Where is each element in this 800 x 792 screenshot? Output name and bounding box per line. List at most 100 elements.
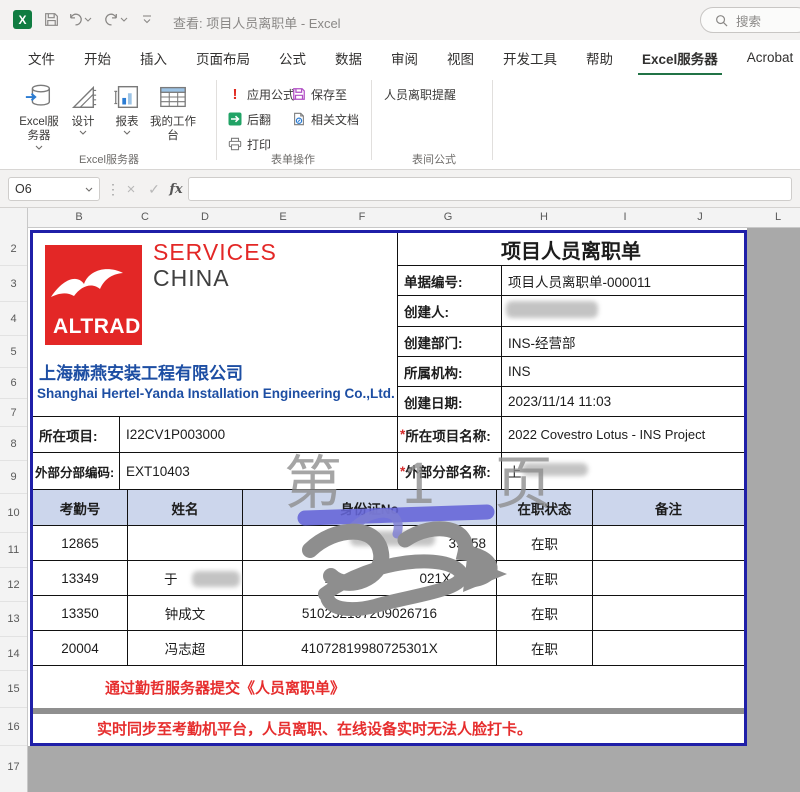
row-header[interactable]: 17 [0,746,27,788]
confirm-icon[interactable]: ✓ [145,177,163,201]
row-header[interactable]: 12 [0,568,27,602]
cell-attendance-no[interactable]: 13349 [33,561,128,596]
apply-formula-button[interactable]: ! 应用公式 [228,84,295,104]
tab-excel-server[interactable]: Excel服务器 [642,48,718,68]
meta-value-org[interactable]: INS [502,357,744,387]
row-header[interactable]: 15 [0,671,27,708]
cancel-icon[interactable]: × [122,177,140,201]
note-line-1[interactable]: 通过勤哲服务器提交《人员离职单》 [33,666,744,708]
col-header[interactable]: D [201,211,209,223]
excel-app-icon: X [13,10,32,29]
col-header[interactable]: L [775,211,781,223]
col-header[interactable]: G [444,211,453,223]
excel-server-button[interactable]: Excel服务器 [14,82,64,150]
design-button[interactable]: 设计 [62,82,104,135]
save-to-label: 保存至 [311,86,347,103]
branch-code-label[interactable]: 外部分部编码: [33,453,120,490]
row-header[interactable]: 16 [0,708,27,746]
tab-formulas[interactable]: 公式 [279,48,306,68]
tab-file[interactable]: 文件 [28,48,55,68]
col-header[interactable]: E [279,211,286,223]
row-header[interactable]: 8 [0,427,27,461]
row-header[interactable]: 5 [0,336,27,368]
tab-home[interactable]: 开始 [84,48,111,68]
cell-name[interactable]: 冯志超 [128,631,243,666]
meta-label[interactable]: 创建部门: [398,327,502,357]
note-line-2[interactable]: 实时同步至考勤机平台，人员离职、在线设备实时无法人脸打卡。 [33,714,744,743]
meta-value-doc-no[interactable]: 项目人员离职单-000011 [502,266,744,296]
form-title[interactable]: 项目人员离职单 [398,233,744,266]
col-header[interactable]: C [141,211,149,223]
resign-reminder-label: 人员离职提醒 [384,86,456,103]
row-header[interactable]: 2 [0,232,27,266]
meta-label[interactable]: 单据编号: [398,266,502,296]
bird-icon [45,253,142,313]
cell-attendance-no[interactable]: 13350 [33,596,128,631]
save-to-button[interactable]: 保存至 [292,84,347,104]
apply-formula-icon: ! [228,86,242,103]
tab-help[interactable]: 帮助 [586,48,613,68]
tab-view[interactable]: 视图 [447,48,474,68]
cell-name[interactable]: 钟成文 [128,596,243,631]
col-header[interactable]: B [75,211,82,223]
th-name[interactable]: 姓名 [128,490,243,526]
th-attendance-no[interactable]: 考勤号 [33,490,128,526]
cell-name[interactable] [128,526,243,561]
cell-attendance-no[interactable]: 12865 [33,526,128,561]
excel-server-label: Excel服务器 [14,115,64,144]
name-box[interactable]: O6 [8,177,100,201]
save-icon[interactable] [40,8,62,30]
project-label[interactable]: 所在项目: [33,417,120,453]
search-input[interactable]: 搜索 [700,7,800,33]
formula-input[interactable] [188,177,792,201]
row-header[interactable]: 6 [0,368,27,399]
row-header[interactable]: 14 [0,637,27,671]
tab-insert[interactable]: 插入 [140,48,167,68]
logo-china-text: CHINA [153,265,230,292]
row-header[interactable]: 4 [0,302,27,336]
related-docs-button[interactable]: 相关文档 [292,109,359,129]
cell-status[interactable]: 在职 [497,631,593,666]
related-docs-label: 相关文档 [311,111,359,128]
th-remark[interactable]: 备注 [593,490,744,526]
cell-remark[interactable] [593,596,744,631]
row-header[interactable]: 13 [0,602,27,637]
my-workbench-button[interactable]: 我的工作台 [146,82,200,144]
col-header[interactable]: J [697,211,703,223]
meta-value-dept[interactable]: INS-经营部 [502,327,744,357]
fx-icon[interactable]: fx [167,177,185,201]
col-header[interactable]: I [623,211,626,223]
cell-remark[interactable] [593,631,744,666]
cell-remark[interactable] [593,526,744,561]
col-header[interactable]: F [359,211,366,223]
tab-acrobat[interactable]: Acrobat [747,50,794,65]
meta-label[interactable]: 所属机构: [398,357,502,387]
redo-chevron-icon[interactable] [118,8,130,30]
cell-remark[interactable] [593,561,744,596]
row-header[interactable]: 3 [0,266,27,302]
print-icon [228,137,242,151]
undo-chevron-icon[interactable] [82,8,94,30]
cell-id-no[interactable]: 41072819980725301X [243,631,497,666]
tab-developer[interactable]: 开发工具 [503,48,557,68]
report-button[interactable]: 报表 [106,82,148,135]
qat-customize-icon[interactable] [136,8,158,30]
tab-page-layout[interactable]: 页面布局 [196,48,250,68]
logo-cell[interactable]: ALTRAD SERVICES CHINA 上海赫燕安装工程有限公司 Shang… [33,233,398,417]
tab-data[interactable]: 数据 [335,48,362,68]
back-button[interactable]: 后翻 [228,109,271,129]
cell-attendance-no[interactable]: 20004 [33,631,128,666]
resign-reminder-button[interactable]: 人员离职提醒 [384,84,456,104]
row-header[interactable]: 7 [0,399,27,427]
select-all-corner[interactable] [0,208,28,228]
row-header[interactable]: 9 [0,461,27,494]
meta-label[interactable]: 创建日期: [398,387,502,417]
row-header[interactable]: 11 [0,533,27,568]
col-header[interactable]: H [540,211,548,223]
row-header[interactable]: 10 [0,494,27,533]
meta-value-date[interactable]: 2023/11/14 11:03 [502,387,744,417]
tab-review[interactable]: 审阅 [391,48,418,68]
workbench-icon [157,82,189,112]
meta-label[interactable]: 创建人: [398,296,502,327]
formula-bar: O6 ⋮ × ✓ fx [0,170,800,208]
